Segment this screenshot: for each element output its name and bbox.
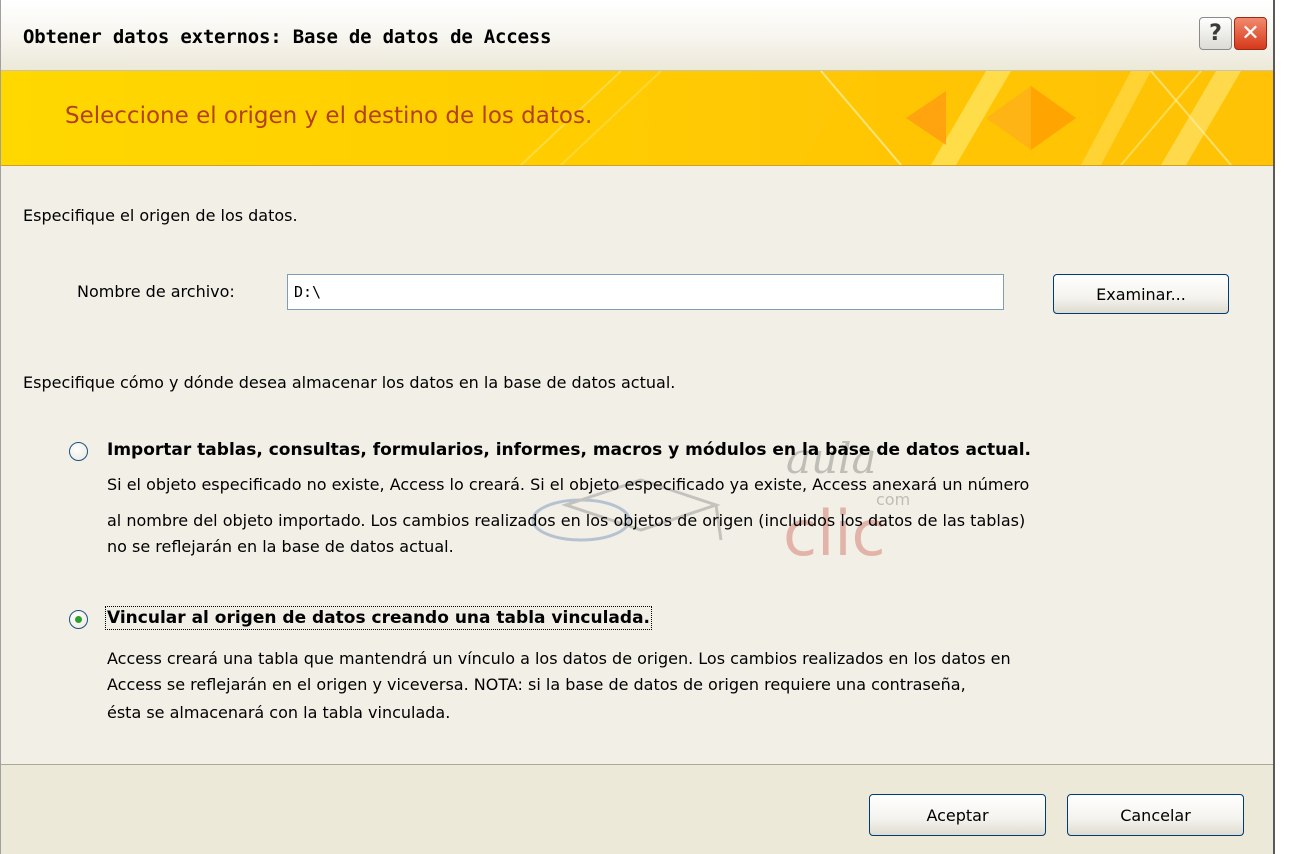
link-description-line-1: Access creará una tabla que mantendrá un… <box>107 649 1011 668</box>
close-button[interactable]: ✕ <box>1234 17 1267 50</box>
ok-button[interactable]: Aceptar <box>869 794 1046 836</box>
import-radio[interactable] <box>69 442 88 461</box>
watermark-text-clic: clic <box>783 497 886 570</box>
dialog-window: Obtener datos externos: Base de datos de… <box>0 0 1275 854</box>
cancel-button[interactable]: Cancelar <box>1067 794 1244 836</box>
banner-heading: Seleccione el origen y el destino de los… <box>65 103 593 129</box>
dialog-footer: Aceptar Cancelar <box>1 765 1273 854</box>
file-name-input[interactable] <box>287 274 1004 310</box>
radio-selected-dot <box>75 616 82 623</box>
help-button[interactable]: ? <box>1199 17 1232 50</box>
file-name-label: Nombre de archivo: <box>77 282 235 301</box>
link-description-line-2: Access se reflejarán en el origen y vice… <box>107 675 966 694</box>
ok-button-label: Aceptar <box>926 805 989 825</box>
browse-button[interactable]: Examinar... <box>1053 274 1229 314</box>
link-radio[interactable] <box>69 610 88 629</box>
browse-button-label: Examinar... <box>1096 284 1186 304</box>
import-description-line-1: Si el objeto especificado no existe, Acc… <box>107 475 1030 494</box>
import-description-line-3: no se reflejarán en la base de datos act… <box>107 537 454 556</box>
source-prompt: Especifique el origen de los datos. <box>23 206 298 225</box>
header-banner: Seleccione el origen y el destino de los… <box>1 71 1273 166</box>
close-icon: ✕ <box>1241 21 1260 46</box>
window-title: Obtener datos externos: Base de datos de… <box>23 26 552 48</box>
title-bar[interactable]: Obtener datos externos: Base de datos de… <box>1 0 1273 71</box>
link-option-label[interactable]: Vincular al origen de datos creando una … <box>105 606 652 630</box>
question-mark-icon: ? <box>1209 21 1222 46</box>
cancel-button-label: Cancelar <box>1120 805 1191 825</box>
import-option-label[interactable]: Importar tablas, consultas, formularios,… <box>107 440 1031 460</box>
link-description-line-3: ésta se almacenará con la tabla vinculad… <box>107 703 451 722</box>
storage-prompt: Especifique cómo y dónde desea almacenar… <box>23 373 676 392</box>
import-description-line-2: al nombre del objeto importado. Los camb… <box>107 511 1026 530</box>
